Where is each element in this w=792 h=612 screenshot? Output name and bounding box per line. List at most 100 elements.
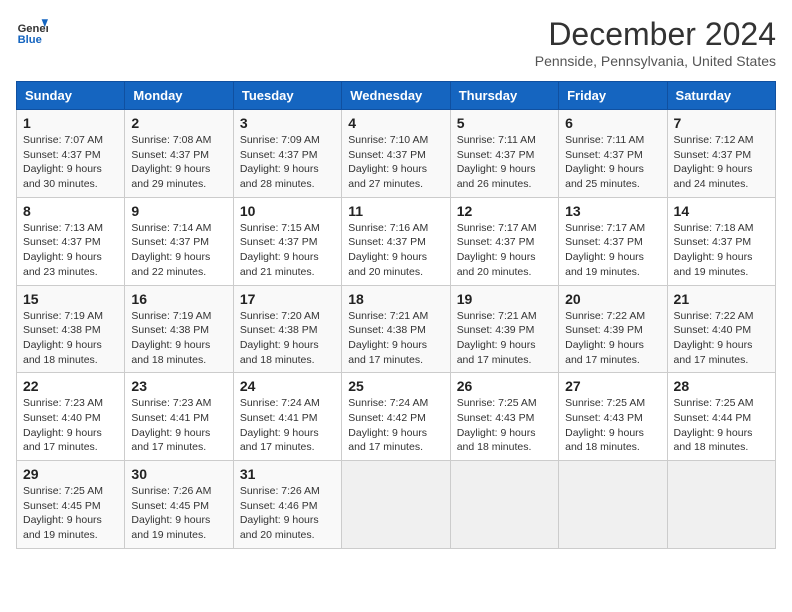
location: Pennside, Pennsylvania, United States	[535, 53, 776, 69]
calendar-cell: 21 Sunrise: 7:22 AMSunset: 4:40 PMDaylig…	[667, 285, 775, 373]
cell-info: Sunrise: 7:26 AMSunset: 4:45 PMDaylight:…	[131, 484, 226, 543]
cell-info: Sunrise: 7:26 AMSunset: 4:46 PMDaylight:…	[240, 484, 335, 543]
page-header: General Blue December 2024 Pennside, Pen…	[16, 16, 776, 69]
calendar-cell: 8 Sunrise: 7:13 AMSunset: 4:37 PMDayligh…	[17, 197, 125, 285]
calendar-cell: 3 Sunrise: 7:09 AMSunset: 4:37 PMDayligh…	[233, 110, 341, 198]
calendar-cell: 31 Sunrise: 7:26 AMSunset: 4:46 PMDaylig…	[233, 461, 341, 549]
cell-day-number: 31	[240, 466, 335, 482]
calendar-cell: 2 Sunrise: 7:08 AMSunset: 4:37 PMDayligh…	[125, 110, 233, 198]
cell-day-number: 7	[674, 115, 769, 131]
cell-day-number: 14	[674, 203, 769, 219]
calendar-cell: 14 Sunrise: 7:18 AMSunset: 4:37 PMDaylig…	[667, 197, 775, 285]
cell-day-number: 30	[131, 466, 226, 482]
calendar-cell: 9 Sunrise: 7:14 AMSunset: 4:37 PMDayligh…	[125, 197, 233, 285]
cell-info: Sunrise: 7:08 AMSunset: 4:37 PMDaylight:…	[131, 133, 226, 192]
cell-day-number: 9	[131, 203, 226, 219]
calendar-week-4: 22 Sunrise: 7:23 AMSunset: 4:40 PMDaylig…	[17, 373, 776, 461]
calendar-cell: 29 Sunrise: 7:25 AMSunset: 4:45 PMDaylig…	[17, 461, 125, 549]
day-header-friday: Friday	[559, 82, 667, 110]
calendar-cell: 17 Sunrise: 7:20 AMSunset: 4:38 PMDaylig…	[233, 285, 341, 373]
cell-info: Sunrise: 7:14 AMSunset: 4:37 PMDaylight:…	[131, 221, 226, 280]
cell-day-number: 5	[457, 115, 552, 131]
day-header-saturday: Saturday	[667, 82, 775, 110]
calendar-cell: 7 Sunrise: 7:12 AMSunset: 4:37 PMDayligh…	[667, 110, 775, 198]
calendar-cell: 30 Sunrise: 7:26 AMSunset: 4:45 PMDaylig…	[125, 461, 233, 549]
calendar-week-5: 29 Sunrise: 7:25 AMSunset: 4:45 PMDaylig…	[17, 461, 776, 549]
cell-info: Sunrise: 7:25 AMSunset: 4:45 PMDaylight:…	[23, 484, 118, 543]
day-header-thursday: Thursday	[450, 82, 558, 110]
cell-info: Sunrise: 7:24 AMSunset: 4:42 PMDaylight:…	[348, 396, 443, 455]
cell-day-number: 23	[131, 378, 226, 394]
day-header-tuesday: Tuesday	[233, 82, 341, 110]
cell-day-number: 2	[131, 115, 226, 131]
cell-info: Sunrise: 7:21 AMSunset: 4:38 PMDaylight:…	[348, 309, 443, 368]
cell-day-number: 13	[565, 203, 660, 219]
cell-info: Sunrise: 7:09 AMSunset: 4:37 PMDaylight:…	[240, 133, 335, 192]
cell-info: Sunrise: 7:25 AMSunset: 4:43 PMDaylight:…	[457, 396, 552, 455]
calendar-cell: 12 Sunrise: 7:17 AMSunset: 4:37 PMDaylig…	[450, 197, 558, 285]
cell-info: Sunrise: 7:12 AMSunset: 4:37 PMDaylight:…	[674, 133, 769, 192]
calendar-cell	[450, 461, 558, 549]
day-header-wednesday: Wednesday	[342, 82, 450, 110]
calendar-cell: 5 Sunrise: 7:11 AMSunset: 4:37 PMDayligh…	[450, 110, 558, 198]
month-title: December 2024	[535, 16, 776, 53]
cell-info: Sunrise: 7:15 AMSunset: 4:37 PMDaylight:…	[240, 221, 335, 280]
calendar-week-3: 15 Sunrise: 7:19 AMSunset: 4:38 PMDaylig…	[17, 285, 776, 373]
cell-info: Sunrise: 7:18 AMSunset: 4:37 PMDaylight:…	[674, 221, 769, 280]
cell-info: Sunrise: 7:11 AMSunset: 4:37 PMDaylight:…	[565, 133, 660, 192]
cell-day-number: 10	[240, 203, 335, 219]
title-block: December 2024 Pennside, Pennsylvania, Un…	[535, 16, 776, 69]
cell-day-number: 17	[240, 291, 335, 307]
calendar-cell: 24 Sunrise: 7:24 AMSunset: 4:41 PMDaylig…	[233, 373, 341, 461]
svg-text:General: General	[18, 23, 48, 35]
cell-day-number: 21	[674, 291, 769, 307]
cell-day-number: 15	[23, 291, 118, 307]
cell-day-number: 4	[348, 115, 443, 131]
calendar-table: SundayMondayTuesdayWednesdayThursdayFrid…	[16, 81, 776, 549]
cell-info: Sunrise: 7:23 AMSunset: 4:40 PMDaylight:…	[23, 396, 118, 455]
cell-day-number: 16	[131, 291, 226, 307]
calendar-week-2: 8 Sunrise: 7:13 AMSunset: 4:37 PMDayligh…	[17, 197, 776, 285]
cell-day-number: 1	[23, 115, 118, 131]
calendar-cell: 19 Sunrise: 7:21 AMSunset: 4:39 PMDaylig…	[450, 285, 558, 373]
cell-info: Sunrise: 7:17 AMSunset: 4:37 PMDaylight:…	[565, 221, 660, 280]
calendar-cell: 26 Sunrise: 7:25 AMSunset: 4:43 PMDaylig…	[450, 373, 558, 461]
cell-info: Sunrise: 7:19 AMSunset: 4:38 PMDaylight:…	[131, 309, 226, 368]
day-header-sunday: Sunday	[17, 82, 125, 110]
cell-day-number: 12	[457, 203, 552, 219]
calendar-cell: 16 Sunrise: 7:19 AMSunset: 4:38 PMDaylig…	[125, 285, 233, 373]
cell-info: Sunrise: 7:13 AMSunset: 4:37 PMDaylight:…	[23, 221, 118, 280]
cell-day-number: 22	[23, 378, 118, 394]
cell-day-number: 25	[348, 378, 443, 394]
calendar-cell: 18 Sunrise: 7:21 AMSunset: 4:38 PMDaylig…	[342, 285, 450, 373]
cell-day-number: 28	[674, 378, 769, 394]
calendar-cell	[667, 461, 775, 549]
calendar-cell: 28 Sunrise: 7:25 AMSunset: 4:44 PMDaylig…	[667, 373, 775, 461]
calendar-cell: 1 Sunrise: 7:07 AMSunset: 4:37 PMDayligh…	[17, 110, 125, 198]
calendar-cell: 23 Sunrise: 7:23 AMSunset: 4:41 PMDaylig…	[125, 373, 233, 461]
calendar-cell: 22 Sunrise: 7:23 AMSunset: 4:40 PMDaylig…	[17, 373, 125, 461]
cell-info: Sunrise: 7:24 AMSunset: 4:41 PMDaylight:…	[240, 396, 335, 455]
calendar-cell: 10 Sunrise: 7:15 AMSunset: 4:37 PMDaylig…	[233, 197, 341, 285]
cell-day-number: 8	[23, 203, 118, 219]
cell-info: Sunrise: 7:20 AMSunset: 4:38 PMDaylight:…	[240, 309, 335, 368]
cell-info: Sunrise: 7:10 AMSunset: 4:37 PMDaylight:…	[348, 133, 443, 192]
cell-day-number: 26	[457, 378, 552, 394]
calendar-cell: 6 Sunrise: 7:11 AMSunset: 4:37 PMDayligh…	[559, 110, 667, 198]
cell-day-number: 18	[348, 291, 443, 307]
cell-info: Sunrise: 7:25 AMSunset: 4:44 PMDaylight:…	[674, 396, 769, 455]
cell-info: Sunrise: 7:22 AMSunset: 4:39 PMDaylight:…	[565, 309, 660, 368]
svg-text:Blue: Blue	[18, 34, 42, 46]
calendar-cell: 25 Sunrise: 7:24 AMSunset: 4:42 PMDaylig…	[342, 373, 450, 461]
cell-day-number: 20	[565, 291, 660, 307]
cell-info: Sunrise: 7:21 AMSunset: 4:39 PMDaylight:…	[457, 309, 552, 368]
day-header-monday: Monday	[125, 82, 233, 110]
cell-day-number: 24	[240, 378, 335, 394]
cell-info: Sunrise: 7:19 AMSunset: 4:38 PMDaylight:…	[23, 309, 118, 368]
cell-info: Sunrise: 7:25 AMSunset: 4:43 PMDaylight:…	[565, 396, 660, 455]
calendar-week-1: 1 Sunrise: 7:07 AMSunset: 4:37 PMDayligh…	[17, 110, 776, 198]
cell-info: Sunrise: 7:07 AMSunset: 4:37 PMDaylight:…	[23, 133, 118, 192]
calendar-cell: 15 Sunrise: 7:19 AMSunset: 4:38 PMDaylig…	[17, 285, 125, 373]
cell-info: Sunrise: 7:17 AMSunset: 4:37 PMDaylight:…	[457, 221, 552, 280]
cell-info: Sunrise: 7:11 AMSunset: 4:37 PMDaylight:…	[457, 133, 552, 192]
